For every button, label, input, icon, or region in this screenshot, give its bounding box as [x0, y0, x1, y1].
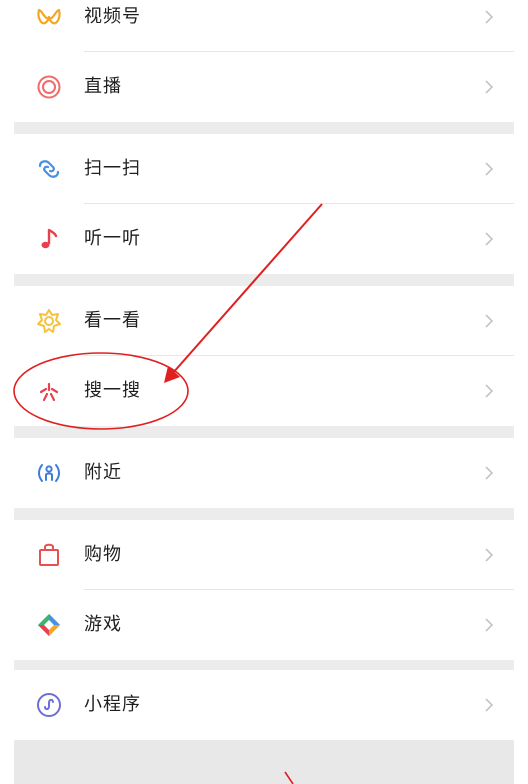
menu-item-label: 搜一搜	[84, 380, 141, 401]
top-stories-icon	[36, 308, 62, 334]
chevron-right-icon	[480, 7, 498, 27]
menu-item-label: 购物	[84, 544, 122, 565]
menu-item-label: 视频号	[84, 6, 141, 27]
menu-item-label: 附近	[84, 462, 122, 483]
menu-item-live[interactable]: 直播	[14, 52, 514, 122]
menu-item-label: 听一听	[84, 228, 141, 249]
menu-item-scan[interactable]: 扫一扫	[14, 134, 514, 204]
chevron-right-icon	[480, 77, 498, 97]
chevron-right-icon	[480, 159, 498, 179]
section-gap	[14, 426, 514, 438]
chevron-right-icon	[480, 229, 498, 249]
section-gap	[14, 508, 514, 520]
menu-item-search[interactable]: 搜一搜	[14, 356, 514, 426]
mini-programs-icon	[36, 692, 62, 718]
chevron-right-icon	[480, 615, 498, 635]
section-gap	[14, 122, 514, 134]
menu-item-shopping[interactable]: 购物	[14, 520, 514, 590]
menu-item-label: 看一看	[84, 310, 141, 331]
channels-icon	[36, 4, 62, 30]
menu-item-label: 扫一扫	[84, 158, 141, 179]
chevron-right-icon	[480, 463, 498, 483]
discover-menu: 视频号 直播 扫一扫 听一听 看一看 搜一搜 附近 购物 游戏 小程序	[0, 0, 528, 784]
scan-icon	[36, 156, 62, 182]
nearby-icon	[36, 460, 62, 486]
section-gap	[14, 660, 514, 670]
menu-item-listen[interactable]: 听一听	[14, 204, 514, 274]
menu-item-label: 直播	[84, 76, 122, 97]
games-icon	[36, 612, 62, 638]
shopping-bag-icon	[36, 542, 62, 568]
chevron-right-icon	[480, 695, 498, 715]
menu-item-games[interactable]: 游戏	[14, 590, 514, 660]
bottom-gray-area	[14, 740, 514, 784]
chevron-right-icon	[480, 545, 498, 565]
chevron-right-icon	[480, 311, 498, 331]
music-note-icon	[36, 226, 62, 252]
menu-item-label: 游戏	[84, 614, 122, 635]
search-sparkle-icon	[36, 378, 62, 404]
menu-item-label: 小程序	[84, 694, 141, 715]
chevron-right-icon	[480, 381, 498, 401]
menu-item-top-stories[interactable]: 看一看	[14, 286, 514, 356]
menu-item-channels[interactable]: 视频号	[14, 0, 514, 52]
menu-item-mini-programs[interactable]: 小程序	[14, 670, 514, 740]
menu-item-nearby[interactable]: 附近	[14, 438, 514, 508]
section-gap	[14, 274, 514, 286]
live-icon	[36, 74, 62, 100]
